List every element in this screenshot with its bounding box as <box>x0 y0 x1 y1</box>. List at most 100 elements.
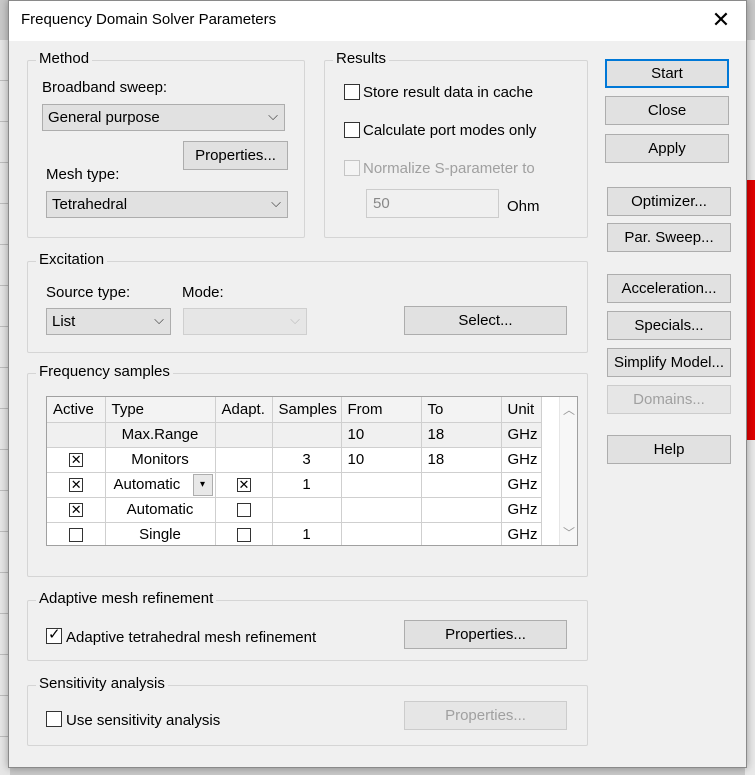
chevron-down-icon: ⌵ <box>268 108 278 123</box>
adapt-checkbox[interactable] <box>236 528 251 543</box>
cell-type[interactable]: Monitors <box>105 447 216 473</box>
source-type-value: List <box>52 313 76 330</box>
column-header-active: Active <box>47 397 106 423</box>
cell-samples[interactable]: 1 <box>272 522 342 545</box>
mode-select[interactable]: ⌵ <box>183 308 307 335</box>
normalize-ohm-input[interactable]: 50 <box>366 189 499 218</box>
cell-adapt[interactable]: ✕ <box>215 472 273 498</box>
type-value: Automatic <box>113 476 181 493</box>
broadband-sweep-value: General purpose <box>48 109 160 126</box>
cell-from[interactable] <box>341 522 422 545</box>
scroll-down-icon[interactable]: ﹀ <box>563 524 575 541</box>
table-row: ✕ Automatic GHz <box>47 497 542 523</box>
simplify-model-button[interactable]: Simplify Model... <box>607 348 731 377</box>
table-row: Single 1 GHz <box>47 522 542 545</box>
check-mark-icon: ✕ <box>70 452 82 468</box>
cell-active[interactable]: ✕ <box>47 472 106 498</box>
mesh-type-value: Tetrahedral <box>52 196 128 213</box>
cell-active[interactable] <box>47 522 106 545</box>
cell-to[interactable]: 18 <box>421 447 502 473</box>
mesh-type-label: Mesh type: <box>46 166 120 183</box>
sensitivity-checkbox[interactable] <box>46 711 62 727</box>
broadband-sweep-select[interactable]: General purpose ⌵ <box>42 104 285 131</box>
excitation-legend: Excitation <box>36 251 108 268</box>
normalize-checkbox[interactable] <box>344 160 360 176</box>
table-row: ✕ Monitors 3 10 18 GHz <box>47 447 542 473</box>
title-bar: Frequency Domain Solver Parameters ✕ <box>9 1 746 41</box>
adapt-checkbox[interactable] <box>236 503 251 518</box>
active-checkbox[interactable]: ✕ <box>68 502 83 518</box>
normalize-label: Normalize S-parameter to <box>363 160 535 177</box>
mode-label: Mode: <box>182 284 224 301</box>
cell-unit: GHz <box>501 472 542 498</box>
active-checkbox[interactable]: ✕ <box>68 477 83 493</box>
dialog-title: Frequency Domain Solver Parameters <box>21 11 277 28</box>
acceleration-button[interactable]: Acceleration... <box>607 274 731 303</box>
column-header-samples: Samples <box>272 397 342 423</box>
adaptive-mesh-legend: Adaptive mesh refinement <box>36 590 217 607</box>
results-legend: Results <box>333 50 390 67</box>
close-icon[interactable]: ✕ <box>706 7 736 35</box>
mesh-type-select[interactable]: Tetrahedral ⌵ <box>46 191 288 218</box>
cell-active <box>47 422 106 448</box>
cell-to[interactable]: 18 <box>421 422 502 448</box>
par-sweep-button[interactable]: Par. Sweep... <box>607 223 731 252</box>
cell-type[interactable]: Automatic <box>105 497 216 523</box>
cell-active[interactable]: ✕ <box>47 447 106 473</box>
table-scrollbar[interactable]: ︿ ﹀ <box>559 397 577 545</box>
active-checkbox[interactable]: ✕ <box>68 452 83 468</box>
source-type-label: Source type: <box>46 284 131 301</box>
cell-type[interactable]: Automatic ▾ <box>105 472 216 498</box>
adaptive-mesh-label: Adaptive tetrahedral mesh refinement <box>66 629 317 646</box>
adapt-checkbox[interactable]: ✕ <box>236 477 251 493</box>
check-mark-icon: ✕ <box>70 502 82 518</box>
sensitivity-properties-button[interactable]: Properties... <box>404 701 567 730</box>
active-checkbox[interactable] <box>68 528 83 543</box>
type-dropdown-button[interactable]: ▾ <box>192 473 213 496</box>
chevron-down-icon: ⌵ <box>290 312 300 327</box>
method-properties-button[interactable]: Properties... <box>183 141 288 170</box>
ohm-label: Ohm <box>507 198 540 215</box>
frequency-samples-legend: Frequency samples <box>36 363 173 380</box>
select-button[interactable]: Select... <box>404 306 567 335</box>
cell-to[interactable] <box>421 522 502 545</box>
cell-from[interactable]: 10 <box>341 422 422 448</box>
store-cache-checkbox[interactable] <box>344 84 360 100</box>
cell-from[interactable] <box>341 472 422 498</box>
sensitivity-legend: Sensitivity analysis <box>36 675 168 692</box>
specials-button[interactable]: Specials... <box>607 311 731 340</box>
cell-samples[interactable]: 1 <box>272 472 342 498</box>
cell-unit: GHz <box>501 422 542 448</box>
source-type-select[interactable]: List ⌵ <box>46 308 171 335</box>
adaptive-mesh-properties-button[interactable]: Properties... <box>404 620 567 649</box>
domains-button[interactable]: Domains... <box>607 385 731 414</box>
port-modes-checkbox[interactable] <box>344 122 360 138</box>
check-icon: ✓ <box>48 626 61 643</box>
cell-active[interactable]: ✕ <box>47 497 106 523</box>
cell-adapt[interactable] <box>215 497 273 523</box>
cell-from[interactable]: 10 <box>341 447 422 473</box>
column-header-to: To <box>421 397 502 423</box>
cell-from[interactable] <box>341 497 422 523</box>
cell-adapt[interactable] <box>215 522 273 545</box>
table-row: ✕ Automatic ▾ ✕ 1 GHz <box>47 472 542 498</box>
broadband-sweep-label: Broadband sweep: <box>42 79 168 96</box>
cell-unit: GHz <box>501 447 542 473</box>
adaptive-mesh-checkbox[interactable]: ✓ <box>46 626 62 644</box>
cell-samples[interactable]: 3 <box>272 447 342 473</box>
cell-samples[interactable] <box>272 497 342 523</box>
scroll-up-icon[interactable]: ︿ <box>563 401 575 418</box>
start-button[interactable]: Start <box>605 59 729 88</box>
column-header-type: Type <box>105 397 216 423</box>
frequency-samples-table: Active Type Adapt. Samples From To Unit … <box>46 396 578 546</box>
cell-samples <box>272 422 342 448</box>
cell-to[interactable] <box>421 497 502 523</box>
help-button[interactable]: Help <box>607 435 731 464</box>
cell-type[interactable]: Single <box>105 522 216 545</box>
apply-button[interactable]: Apply <box>605 134 729 163</box>
cell-to[interactable] <box>421 472 502 498</box>
close-button[interactable]: Close <box>605 96 729 125</box>
chevron-down-icon: ⌵ <box>154 312 164 327</box>
optimizer-button[interactable]: Optimizer... <box>607 187 731 216</box>
check-mark-icon: ✕ <box>238 477 250 493</box>
